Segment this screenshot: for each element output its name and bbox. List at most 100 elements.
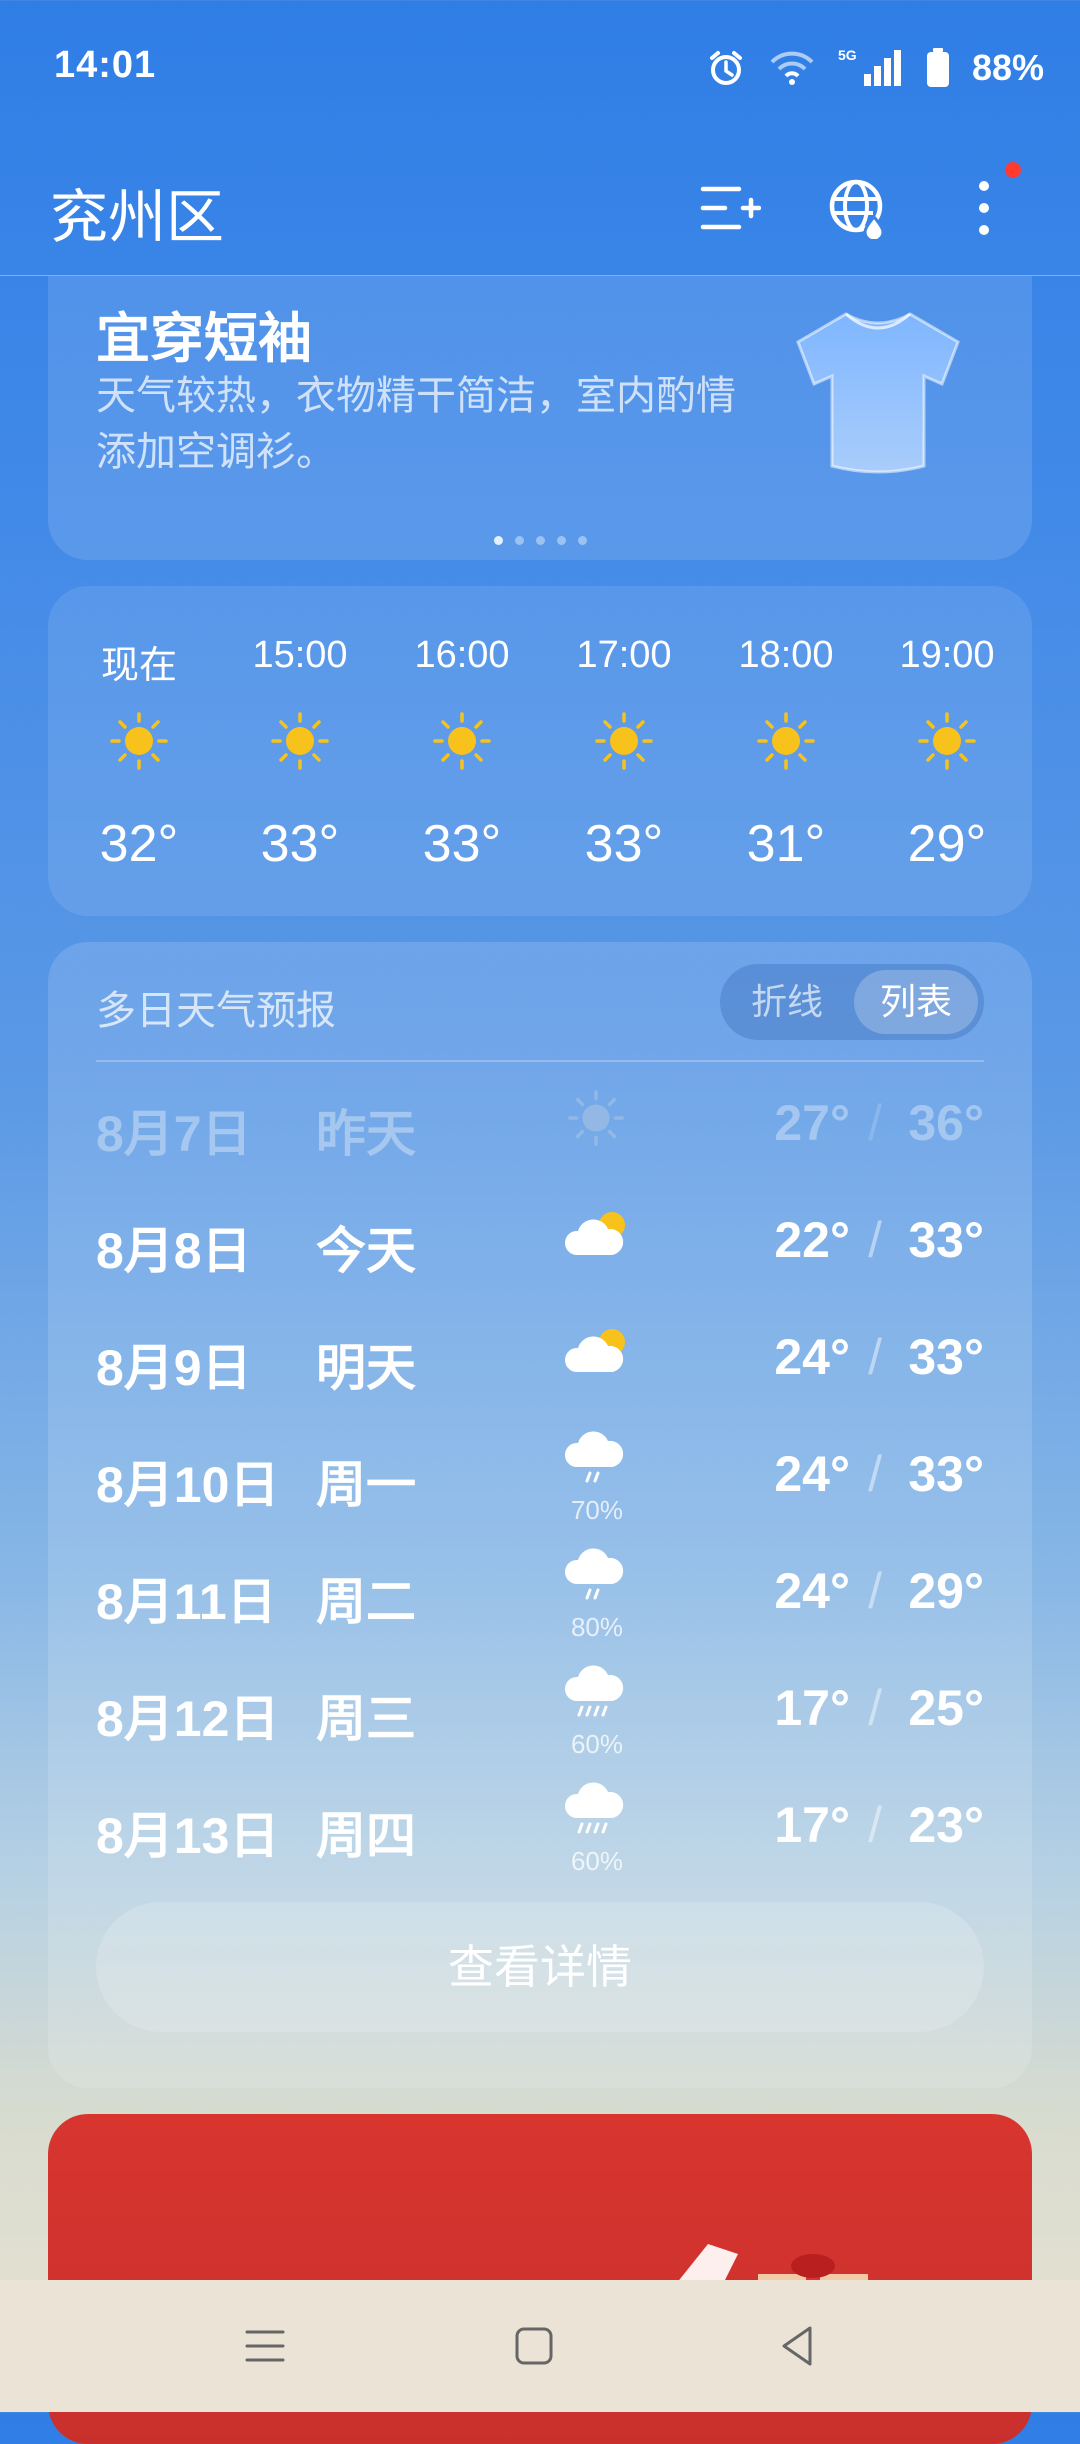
carousel-dot: [578, 536, 587, 545]
hour-time: 19:00: [899, 634, 995, 676]
forecast-date: 8月7日: [96, 1106, 252, 1162]
signal-5g-icon: 5G: [838, 46, 904, 90]
more-menu-button[interactable]: [944, 168, 1024, 248]
clothing-suggestion-card[interactable]: 宜穿短袖 天气较热，衣物精干简洁，室内酌情添加空调衫。: [48, 276, 1032, 560]
temp-separator: /: [868, 1797, 882, 1853]
hour-time: 16:00: [414, 634, 510, 676]
forecast-row[interactable]: 8月13日 周四 60% 17° / 23°: [48, 1766, 1032, 1883]
precip-probability: 80%: [570, 1612, 624, 1642]
hourly-forecast-card[interactable]: 现在 32° 15:00 33° 16:00 33° 17:00 33° 18:…: [48, 586, 1032, 916]
forecast-low: 17°: [774, 1797, 850, 1853]
add-list-icon: [700, 186, 761, 230]
hour-time: 18:00: [738, 634, 834, 676]
forecast-high: 33°: [908, 1329, 984, 1385]
rain-icon: [562, 1663, 632, 1723]
toggle-line-chart[interactable]: 折线: [720, 964, 854, 1040]
clothing-description: 天气较热，衣物精干简洁，室内酌情添加空调衫。: [96, 374, 736, 474]
divider: [96, 1060, 984, 1062]
light-rain-icon: [562, 1546, 632, 1606]
temp-separator: /: [868, 1329, 882, 1385]
sun-icon: [108, 710, 170, 772]
temp-separator: /: [868, 1212, 882, 1268]
sun-icon: [269, 710, 331, 772]
forecast-day: 今天: [316, 1223, 416, 1279]
sun-icon: [755, 710, 817, 772]
rain-icon: [562, 1780, 632, 1840]
forecast-row[interactable]: 8月8日 今天 22° / 33°: [48, 1181, 1032, 1298]
tshirt-icon: [796, 312, 960, 474]
hour-time: 17:00: [576, 634, 672, 676]
hour-temp: 33°: [422, 815, 502, 873]
hour-column: 18:00 31°: [705, 586, 867, 916]
wifi-icon: [768, 48, 816, 88]
forecast-low: 24°: [774, 1563, 850, 1619]
light-rain-icon: [562, 1429, 632, 1489]
temp-separator: /: [868, 1446, 882, 1502]
forecast-date: 8月9日: [96, 1340, 252, 1396]
carousel-indicator: [494, 536, 587, 545]
partly-cloudy-icon: [562, 1322, 632, 1382]
back-nav-icon[interactable]: [768, 2316, 828, 2376]
forecast-low: 27°: [774, 1095, 850, 1151]
forecast-row[interactable]: 8月10日 周一 70% 24° / 33°: [48, 1415, 1032, 1532]
hour-temp: 33°: [260, 815, 340, 873]
precip-probability: 70%: [570, 1495, 624, 1525]
forecast-row[interactable]: 8月11日 周二 80% 24° / 29°: [48, 1532, 1032, 1649]
carousel-dot: [557, 536, 566, 545]
hour-temp: 32°: [99, 815, 179, 873]
forecast-high: 29°: [908, 1563, 984, 1619]
clothing-title: 宜穿短袖: [96, 309, 312, 369]
forecast-high: 23°: [908, 1797, 984, 1853]
battery-icon: [926, 48, 950, 88]
sun-icon: [593, 710, 655, 772]
view-toggle[interactable]: 折线 列表: [720, 964, 984, 1040]
view-details-button[interactable]: 查看详情: [96, 1902, 984, 2032]
hour-temp: 29°: [907, 815, 987, 873]
sun-icon: [566, 1088, 626, 1148]
forecast-high: 33°: [908, 1446, 984, 1502]
forecast-row[interactable]: 8月9日 明天 24° / 33°: [48, 1298, 1032, 1415]
menu-nav-icon[interactable]: [235, 2316, 295, 2376]
temp-separator: /: [868, 1095, 882, 1151]
svg-text:5G: 5G: [838, 47, 857, 63]
globe-icon: [829, 179, 885, 239]
forecast-low: 22°: [774, 1212, 850, 1268]
forecast-date: 8月12日: [96, 1691, 280, 1747]
forecast-row[interactable]: 8月7日 昨天 27° / 36°: [48, 1064, 1032, 1181]
forecast-title: 多日天气预报: [96, 989, 336, 1033]
city-manage-button[interactable]: [690, 168, 770, 248]
city-name[interactable]: 兖州区: [50, 170, 224, 254]
system-nav-bar: [0, 2280, 1080, 2412]
forecast-low: 17°: [774, 1680, 850, 1736]
forecast-date: 8月11日: [96, 1574, 277, 1630]
forecast-day: 周四: [316, 1808, 416, 1864]
forecast-date: 8月8日: [96, 1223, 252, 1279]
globe-button[interactable]: [818, 168, 898, 248]
status-bar: 14:01 5G 88%: [0, 0, 1080, 140]
status-time: 14:01: [54, 44, 157, 86]
sun-icon: [916, 710, 978, 772]
forecast-date: 8月13日: [96, 1808, 280, 1864]
forecast-low: 24°: [774, 1446, 850, 1502]
hour-temp: 33°: [584, 815, 664, 873]
hour-temp: 31°: [746, 815, 826, 873]
forecast-day: 明天: [316, 1340, 416, 1396]
alarm-icon: [706, 48, 746, 88]
forecast-high: 25°: [908, 1680, 984, 1736]
temp-separator: /: [868, 1563, 882, 1619]
carousel-dot: [536, 536, 545, 545]
multi-day-forecast-card: 多日天气预报 折线 列表 8月7日 昨天 27° / 36° 8月8日 今天 2…: [48, 942, 1032, 2088]
carousel-dot: [515, 536, 524, 545]
hour-column: 15:00 33°: [219, 586, 381, 916]
toggle-list[interactable]: 列表: [854, 970, 978, 1034]
notification-dot: [1005, 162, 1021, 178]
forecast-day: 昨天: [316, 1106, 416, 1162]
forecast-row[interactable]: 8月12日 周三 60% 17° / 25°: [48, 1649, 1032, 1766]
forecast-day: 周二: [316, 1574, 416, 1630]
forecast-day: 周一: [316, 1457, 416, 1513]
partly-cloudy-icon: [562, 1205, 632, 1265]
forecast-high: 36°: [908, 1095, 984, 1151]
home-nav-icon[interactable]: [504, 2316, 564, 2376]
sun-icon: [431, 710, 493, 772]
status-icons: 5G 88%: [706, 40, 1044, 96]
